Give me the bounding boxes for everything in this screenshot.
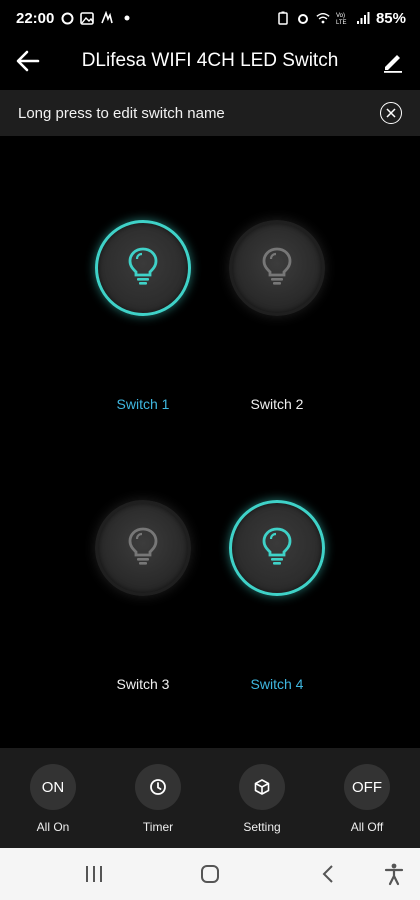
on-text-icon: ON <box>30 764 76 810</box>
setting-button[interactable]: Setting <box>217 764 307 834</box>
battery-percent: 85% <box>375 9 406 27</box>
edit-pencil-icon[interactable] <box>380 48 406 74</box>
lightbulb-icon <box>260 246 294 291</box>
wifi-icon <box>316 11 330 25</box>
system-nav-bar <box>0 848 420 900</box>
back-arrow-icon[interactable] <box>14 48 42 74</box>
lightbulb-icon <box>126 526 160 571</box>
timer-button[interactable]: Timer <box>113 764 203 834</box>
alarm-icon <box>296 11 310 25</box>
switch-4-label[interactable]: Switch 4 <box>217 676 337 692</box>
switch-1-label[interactable]: Switch 1 <box>83 396 203 412</box>
gallery-icon <box>80 11 95 25</box>
cube-icon <box>254 779 270 795</box>
switch-3-button[interactable] <box>95 500 191 596</box>
accessibility-icon[interactable] <box>382 862 408 886</box>
setting-label: Setting <box>243 820 281 834</box>
app-bar: DLifesa WIFI 4CH LED Switch <box>0 36 420 86</box>
page-title: DLifesa WIFI 4CH LED Switch <box>81 50 339 71</box>
timer-label: Timer <box>142 820 174 834</box>
switch-4-button[interactable] <box>229 500 325 596</box>
hint-banner: Long press to edit switch name <box>0 90 420 136</box>
home-icon[interactable] <box>198 862 224 886</box>
status-left: 22:00 <box>16 10 134 27</box>
svg-text:Vo): Vo) <box>336 13 345 19</box>
switch-3-label[interactable]: Switch 3 <box>83 676 203 692</box>
lightbulb-icon <box>126 246 160 291</box>
assistant-icon <box>60 11 74 25</box>
back-nav-icon[interactable] <box>316 862 342 886</box>
clock-icon <box>150 779 166 795</box>
dot-icon <box>120 11 134 25</box>
lightbulb-icon <box>260 526 294 571</box>
setting-circle <box>239 764 285 810</box>
status-right: Vo) LTE 85% <box>276 10 406 27</box>
status-time: 22:00 <box>16 9 55 27</box>
bottom-action-bar: ON All On Timer Setting OFF All Off <box>0 748 420 848</box>
all-on-button[interactable]: ON All On <box>8 764 98 834</box>
battery-saver-icon <box>276 11 290 25</box>
status-bar: 22:00 Vo) LTE 85% <box>0 0 420 36</box>
svg-text:LTE: LTE <box>336 20 347 25</box>
recent-apps-icon[interactable] <box>82 862 108 886</box>
all-off-button[interactable]: OFF All Off <box>322 764 412 834</box>
switch-2-button[interactable] <box>229 220 325 316</box>
volte-icon: Vo) LTE <box>336 11 350 25</box>
off-text-icon: OFF <box>344 764 390 810</box>
all-off-label: All Off <box>350 820 384 834</box>
notification-app-icon <box>100 11 114 25</box>
timer-circle <box>135 764 181 810</box>
switch-1-button[interactable] <box>95 220 191 316</box>
close-icon[interactable] <box>380 102 402 124</box>
hint-text: Long press to edit switch name <box>18 104 225 122</box>
switch-2-label[interactable]: Switch 2 <box>217 396 337 412</box>
signal-icon <box>356 11 370 25</box>
all-on-label: All On <box>36 820 70 834</box>
